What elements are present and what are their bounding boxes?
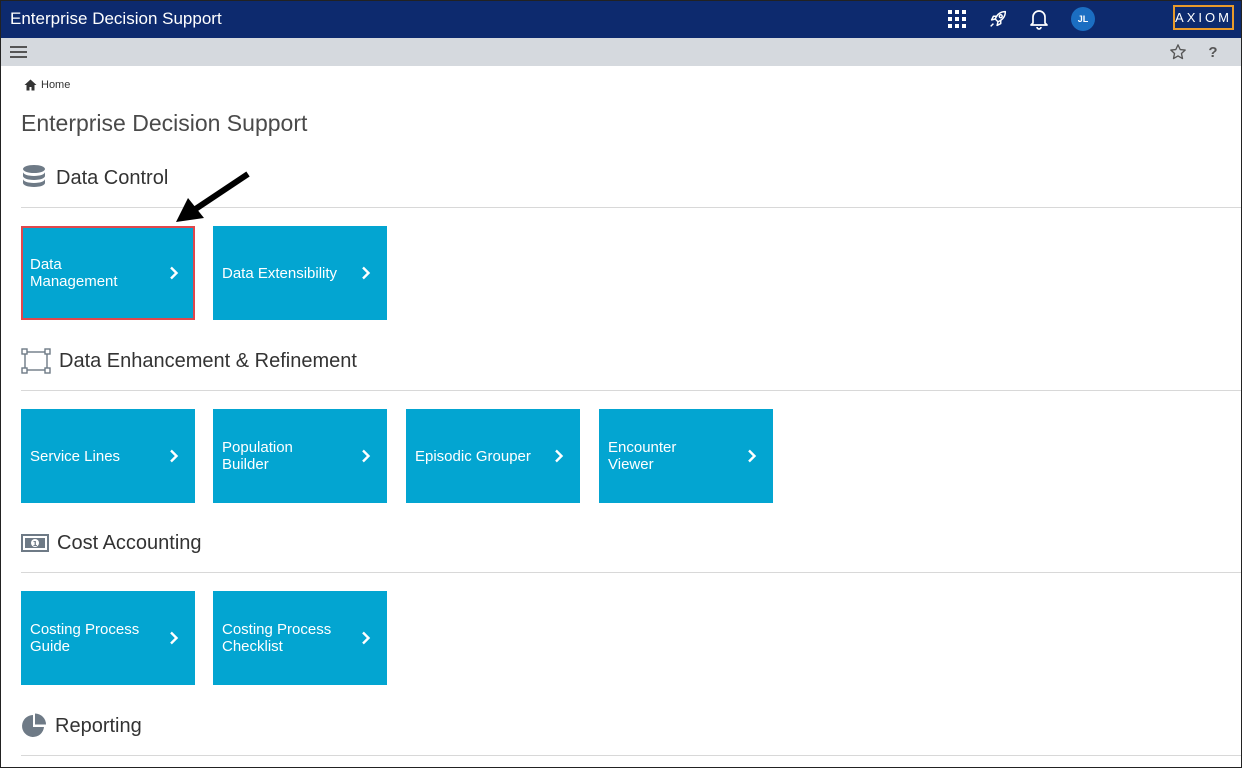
breadcrumb-home[interactable]: Home	[41, 79, 70, 91]
section-reporting: Reporting	[21, 713, 142, 739]
tile-label: Population Builder	[222, 439, 293, 473]
pie-chart-icon	[22, 713, 46, 737]
section-data-control: Data Control	[21, 164, 168, 192]
apps-grid-icon[interactable]	[944, 6, 970, 32]
section-cost-accounting: 1 Cost Accounting	[21, 531, 202, 555]
section-divider	[21, 755, 1242, 756]
user-avatar[interactable]: JL	[1071, 7, 1095, 31]
tile-data-extensibility[interactable]: Data Extensibility	[213, 226, 387, 320]
bell-icon[interactable]	[1026, 6, 1052, 32]
section-title: Data Control	[56, 166, 169, 189]
page-title: Enterprise Decision Support	[21, 110, 308, 136]
tile-label: Costing Process Checklist	[222, 621, 332, 655]
section-title: Data Enhancement & Refinement	[59, 349, 357, 372]
money-bill-icon: 1	[21, 534, 49, 552]
axiom-logo: AXIOM	[1173, 5, 1234, 30]
database-icon	[23, 165, 45, 187]
breadcrumb[interactable]: Home	[24, 79, 70, 91]
top-bar: Enterprise Decision Support JL AXIOM	[0, 0, 1242, 38]
tile-label: Service Lines	[30, 447, 121, 465]
home-icon	[24, 79, 37, 91]
tile-service-lines[interactable]: Service Lines	[21, 409, 195, 503]
chevron-right-icon	[362, 449, 371, 463]
chevron-right-icon	[555, 449, 564, 463]
tile-label: Episodic Grouper	[415, 447, 531, 465]
section-divider	[21, 390, 1242, 391]
selection-frame-icon	[21, 348, 51, 374]
tile-data-management[interactable]: Data Management	[21, 226, 195, 320]
sub-toolbar: ?	[0, 38, 1242, 66]
section-data-enhancement: Data Enhancement & Refinement	[21, 348, 357, 374]
tile-label: Data Extensibility	[222, 264, 338, 282]
tile-costing-process-guide[interactable]: Costing Process Guide	[21, 591, 195, 685]
chevron-right-icon	[362, 266, 371, 280]
hamburger-menu-icon[interactable]	[8, 41, 30, 63]
star-icon[interactable]	[1167, 41, 1189, 63]
svg-text:1: 1	[33, 540, 38, 548]
section-title: Cost Accounting	[57, 531, 202, 554]
chevron-right-icon	[170, 631, 179, 645]
tile-episodic-grouper[interactable]: Episodic Grouper	[406, 409, 580, 503]
app-title: Enterprise Decision Support	[10, 9, 222, 28]
tile-label: Data Management	[30, 256, 118, 290]
tile-label: Encounter Viewer	[608, 439, 677, 473]
help-icon[interactable]: ?	[1202, 41, 1224, 63]
tile-encounter-viewer[interactable]: Encounter Viewer	[599, 409, 773, 503]
annotation-arrow-icon	[176, 171, 250, 222]
tile-costing-process-checklist[interactable]: Costing Process Checklist	[213, 591, 387, 685]
section-divider	[21, 572, 1242, 573]
chevron-right-icon	[170, 449, 179, 463]
section-divider	[21, 207, 1242, 208]
chevron-right-icon	[170, 266, 179, 280]
tile-label: Costing Process Guide	[30, 621, 140, 655]
section-title: Reporting	[55, 714, 142, 737]
chevron-right-icon	[362, 631, 371, 645]
chevron-right-icon	[748, 449, 757, 463]
rocket-icon[interactable]	[985, 6, 1011, 32]
tile-population-builder[interactable]: Population Builder	[213, 409, 387, 503]
